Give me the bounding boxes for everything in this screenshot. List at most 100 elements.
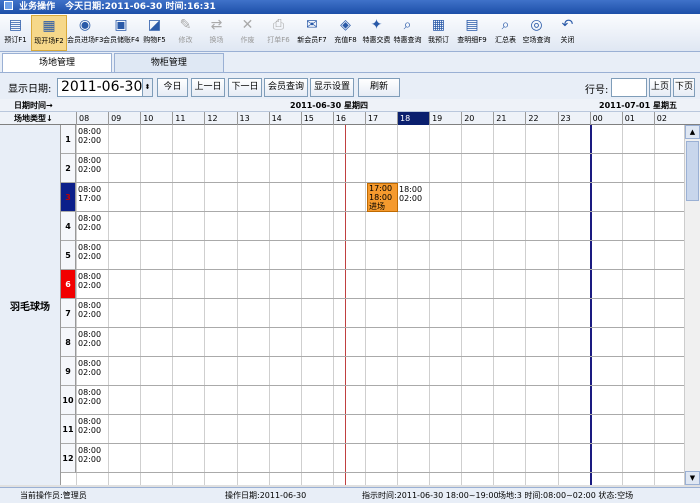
court-number[interactable]: 9 [61, 357, 76, 386]
toolbar-button-3[interactable]: ▣ 会员储账F4 [103, 15, 139, 51]
toolbar-button-2[interactable]: ◉ 会员进场F3 [67, 15, 103, 51]
next-day-button[interactable]: 下一日 [228, 78, 262, 97]
court-number[interactable]: 4 [61, 212, 76, 241]
toolbar-button-0[interactable]: ▤ 预订F1 [0, 15, 31, 51]
court-number[interactable]: 8 [61, 328, 76, 357]
toolbar-button-13[interactable]: ▦ 我预订 [423, 15, 454, 51]
vertical-scrollbar[interactable]: ▲ ▼ [684, 125, 700, 485]
court-number[interactable]: 6 [61, 270, 76, 299]
summary-icon: ⌕ [501, 17, 510, 33]
toolbar-button-8[interactable]: ⎙ 打单F6 [263, 15, 294, 51]
court-number[interactable]: 1 [61, 125, 76, 154]
recharge-icon: ◈ [340, 17, 351, 33]
court-end-time: 02:00 [78, 281, 102, 290]
toolbar-button-4[interactable]: ◪ 购物F5 [139, 15, 170, 51]
hour-cell: 11 [172, 112, 204, 125]
toolbar-button-label: 我预订 [428, 36, 449, 44]
booking-after-time: 18:00 [399, 185, 423, 194]
scroll-down-icon[interactable]: ▼ [685, 471, 700, 485]
court-start-time: 08:00 [78, 446, 102, 455]
schedule-grid: 日期时间→ 2011-06-30 星期四 2011-07-01 星期五 场地类型… [0, 99, 700, 485]
scroll-thumb[interactable] [686, 141, 699, 201]
toolbar-button-12[interactable]: ⌕ 特惠查询 [392, 15, 423, 51]
close-icon: ↶ [561, 17, 574, 33]
row-number-label: 行号: [585, 85, 609, 96]
court-row[interactable] [76, 415, 684, 444]
court-number[interactable]: 3 [61, 183, 76, 212]
court-row[interactable] [76, 154, 684, 183]
booking-block[interactable]: 17:00 18:00 进场 [367, 183, 398, 212]
court-number[interactable]: 12 [61, 444, 76, 473]
toolbar-button-17[interactable]: ↶ 关闭 [552, 15, 583, 51]
scroll-up-icon[interactable]: ▲ [685, 125, 700, 139]
filter-bar: 显示日期: 2011-06-30 ⬍ 今日 上一日 下一日 会员查询 显示设置 刷… [0, 76, 700, 98]
booking-text: 17:00 [369, 184, 393, 193]
toolbar-button-14[interactable]: ▤ 查明细F9 [454, 15, 490, 51]
row-number-input[interactable] [611, 78, 647, 97]
today-button[interactable]: 今日 [157, 78, 188, 97]
date-picker[interactable]: 2011-06-30 ⬍ [57, 78, 153, 97]
toolbar-button-11[interactable]: ✦ 特惠交费 [361, 15, 392, 51]
court-times: 08:00 02:00 [78, 359, 101, 377]
court-start-time: 08:00 [78, 214, 102, 223]
hour-cell: 20 [461, 112, 493, 125]
court-start-time: 08:00 [78, 185, 102, 194]
court-start-time: 08:00 [78, 243, 102, 252]
toolbar-button-label: 预订F1 [4, 36, 27, 44]
court-start-time: 08:00 [78, 156, 102, 165]
court-end-time: 02:00 [78, 136, 102, 145]
court-row[interactable] [76, 270, 684, 299]
court-times: 08:00 02:00 [78, 301, 101, 319]
hour-header-row: 场地类型↓ 08 09 10 11 12 13 14 15 16 17 18 19 20 21 22 23 00… [0, 112, 700, 125]
court-row[interactable] [76, 444, 684, 473]
hour-cell: 17 [364, 112, 397, 125]
court-end-time: 02:00 [78, 339, 102, 348]
hour-cell: 10 [140, 112, 172, 125]
next-page-button[interactable]: 下页 [673, 78, 695, 97]
toolbar-button-16[interactable]: ◎ 空场查询 [521, 15, 552, 51]
member-query-button[interactable]: 会员查询 [264, 78, 308, 97]
date-value: 2011-06-30 [61, 79, 143, 95]
court-start-time: 08:00 [78, 127, 102, 136]
tab-locker-management[interactable]: 物柜管理 [113, 53, 224, 72]
toolbar-button-label: 会员储账F4 [103, 36, 139, 44]
toolbar-button-9[interactable]: ✉ 新会员F7 [294, 15, 330, 51]
calendar-icon: ▦ [431, 17, 446, 33]
court-number[interactable]: 10 [61, 386, 76, 415]
court-row[interactable] [76, 386, 684, 415]
court-number[interactable]: 7 [61, 299, 76, 328]
toolbar-button-6[interactable]: ⇄ 换场 [201, 15, 232, 51]
discount-query-icon: ⌕ [403, 17, 412, 33]
court-row[interactable] [76, 212, 684, 241]
court-number[interactable]: 11 [61, 415, 76, 444]
toolbar-button-15[interactable]: ⌕ 汇总表 [490, 15, 521, 51]
tab-venue-management[interactable]: 场地管理 [2, 53, 112, 72]
current-time: 时间:16:31 [165, 2, 216, 12]
court-row[interactable] [76, 357, 684, 386]
toolbar-button-7[interactable]: ✕ 作废 [232, 15, 263, 51]
court-row[interactable] [76, 299, 684, 328]
toolbar-button-5[interactable]: ✎ 修改 [170, 15, 201, 51]
hour-cell: 22 [525, 112, 557, 125]
refresh-button[interactable]: 刷新 [358, 78, 400, 97]
court-info-status: 场地:3 时间:08:00~02:00 状态:空场 [498, 491, 634, 500]
toolbar-button-label: 关闭 [560, 36, 575, 44]
court-times: 08:00 17:00 [78, 185, 101, 203]
date-header-row: 日期时间→ 2011-06-30 星期四 2011-07-01 星期五 [0, 99, 700, 112]
court-row[interactable] [76, 328, 684, 357]
court-number[interactable]: 2 [61, 154, 76, 183]
spinner-icon[interactable]: ⬍ [142, 79, 152, 96]
court-row[interactable] [76, 125, 684, 154]
prev-day-button[interactable]: 上一日 [191, 78, 225, 97]
court-times: 08:00 02:00 [78, 446, 101, 464]
hour-cell: 12 [204, 112, 236, 125]
toolbar-button-label: 换场 [209, 36, 224, 44]
court-times: 08:00 02:00 [78, 388, 101, 406]
prev-page-button[interactable]: 上页 [649, 78, 671, 97]
tab-bar: 场地管理 物柜管理 [0, 53, 700, 73]
court-number[interactable]: 5 [61, 241, 76, 270]
display-settings-button[interactable]: 显示设置 [310, 78, 354, 97]
toolbar-button-1[interactable]: ▦ 现开场F2 [31, 15, 67, 51]
toolbar-button-10[interactable]: ◈ 充值F8 [330, 15, 361, 51]
court-row[interactable] [76, 241, 684, 270]
